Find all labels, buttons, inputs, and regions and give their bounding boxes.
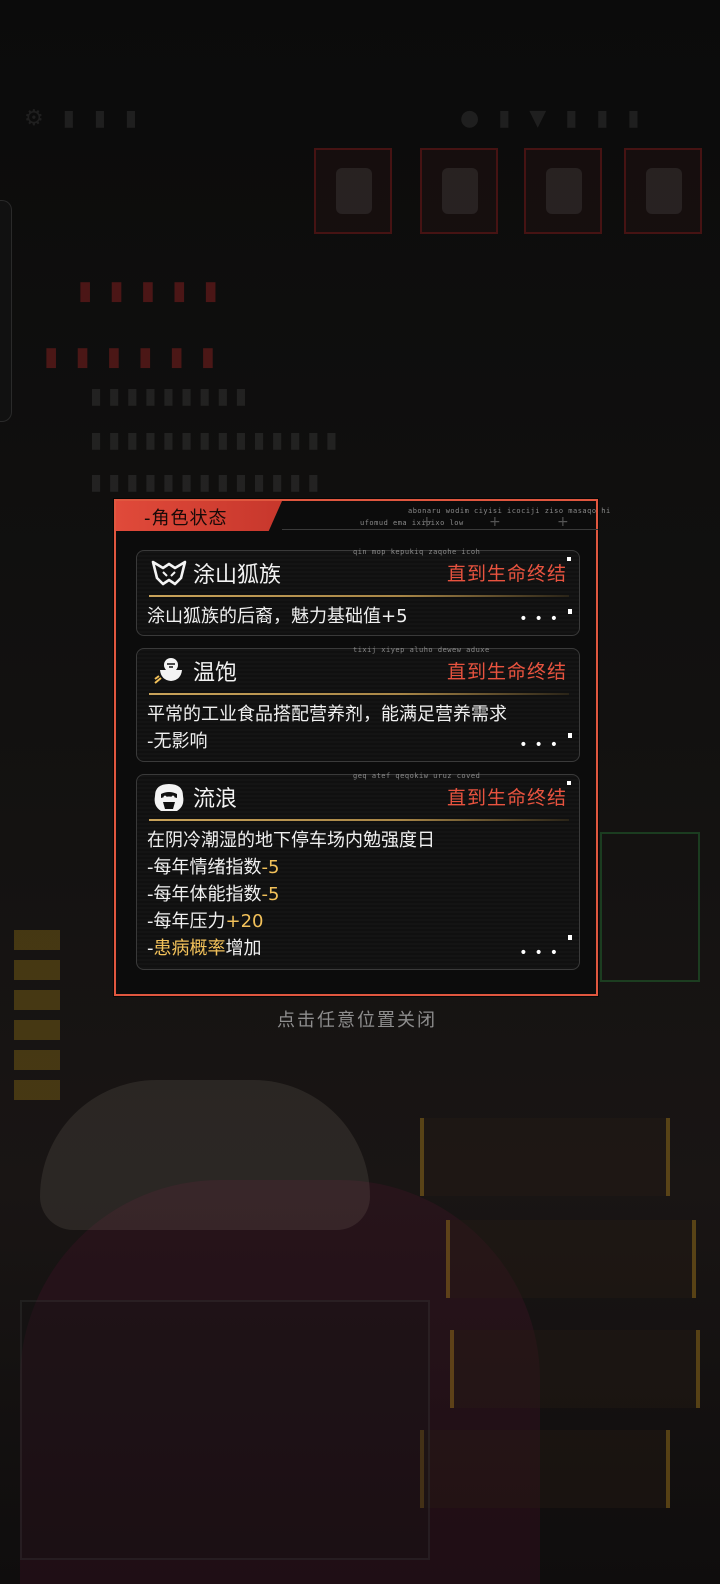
status-duration: 直到生命终结 [446,563,567,585]
status-value: -5 [261,884,280,905]
more-dots-icon: ••• [519,611,565,627]
bg-stat-line: ▮ ▮ ▮ ▮ ▮ ▮ [44,342,220,372]
deco-text: qin mop kepukiq zaqohe icoh [353,548,481,556]
status-text: 平常的工业食品搭配营养剂，能满足营养需求 [147,704,507,725]
bg-action-panel [420,1430,670,1508]
bg-character-hat [40,1080,370,1230]
bg-text-line: ▮▮▮▮▮▮▮▮▮▮▮▮▮ [90,470,326,495]
status-line: -每年体能指数-5 [147,881,567,908]
card-divider [149,693,569,695]
modal-title-tag: -角色状态 [116,501,282,531]
status-line: 涂山狐族的后裔，魅力基础值+5 [147,603,567,630]
modal-title: -角色状态 [144,508,228,529]
status-card: 流浪 geq atef qeqokiw uruz coved 直到生命终结 在阴… [136,772,580,970]
bg-stat-line: ▮ ▮ ▮ ▮ ▮ [78,276,222,306]
fox-ears-icon [151,560,187,586]
more-dots-icon: ••• [519,737,565,753]
status-text: 增加 [225,938,262,959]
status-line: -患病概率增加 [147,935,567,962]
more-dots-icon: ••• [519,945,565,961]
status-text: 涂山狐族的后裔，魅力基础值+5 [147,606,408,627]
status-line: 平常的工业食品搭配营养剂，能满足营养需求 [147,701,567,728]
corner-mark [567,557,571,561]
bg-action-panel [450,1330,700,1408]
side-mark [568,935,572,940]
status-value: +20 [225,911,264,932]
status-card: 涂山狐族 qin mop kepukiq zaqohe icoh 直到生命终结 … [136,548,580,636]
bg-slot [624,148,702,234]
side-mark [568,733,572,738]
character-status-modal: -角色状态 abonaru wodim ciyisi icociji ziso … [114,499,610,996]
deco-text: geq atef qeqokiw uruz coved [353,772,481,780]
status-line: 在阴冷潮湿的地下停车场内勉强度日 [147,827,567,854]
crosshair-deco-icon: + [557,514,569,530]
status-text: -每年压力 [147,911,226,932]
bg-resource-bar-right: ● ▮ ▼ ▮ ▮ ▮ [460,106,646,131]
bg-green-panel [600,832,700,982]
tap-to-close-hint[interactable]: 点击任意位置关闭 [0,1006,714,1032]
status-card: 温饱 tixij xiyep aluho dewew aduxe 直到生命终结 … [136,646,580,762]
status-duration: 直到生命终结 [446,661,567,683]
status-line: -每年压力+20 [147,908,567,935]
deco-text: ufomud ema ixipixo low [360,519,464,527]
status-line: -无影响 [147,728,567,755]
vagrant-face-icon [154,784,184,811]
status-text: -每年情绪指数 [147,857,262,878]
bg-info-table [20,1300,430,1560]
status-description: 在阴冷潮湿的地下停车场内勉强度日 -每年情绪指数-5 -每年体能指数-5 -每年… [137,819,579,962]
status-name: 温饱 [193,661,238,686]
deco-text: tixij xiyep aluho dewew aduxe [353,646,490,654]
rice-bowl-icon [154,658,182,684]
status-duration: 直到生命终结 [446,787,567,809]
header-divider [282,529,598,530]
deco-text: abonaru wodim ciyisi icociji ziso masaqo… [408,507,611,515]
status-value: -5 [261,857,280,878]
bg-resource-bar: ⚙ ▮ ▮ ▮ [24,106,144,131]
card-divider [149,819,569,821]
card-divider [149,595,569,597]
status-name: 流浪 [193,787,238,812]
bg-slot [314,148,392,234]
status-description: 平常的工业食品搭配营养剂，能满足营养需求 -无影响 [137,693,579,755]
status-text: -无影响 [147,731,208,752]
status-text: 在阴冷潮湿的地下停车场内勉强度日 [147,830,435,851]
bg-action-panel [446,1220,696,1298]
bg-slot [420,148,498,234]
status-line: -每年情绪指数-5 [147,854,567,881]
side-tab-handle [0,200,12,422]
status-text: -每年体能指数 [147,884,262,905]
bg-text-line: ▮▮▮▮▮▮▮▮▮▮▮▮▮▮ [90,428,344,453]
bg-action-panel [420,1118,670,1196]
bg-text-line: ▮▮▮▮▮▮▮▮▮ [90,384,253,409]
side-mark [568,609,572,614]
crosshair-deco-icon: + [421,514,433,530]
status-name: 涂山狐族 [193,563,282,588]
corner-mark [567,781,571,785]
crosshair-deco-icon: + [489,514,501,530]
status-value: 患病概率 [153,938,226,959]
bg-slot [524,148,602,234]
status-description: 涂山狐族的后裔，魅力基础值+5 [137,595,579,630]
